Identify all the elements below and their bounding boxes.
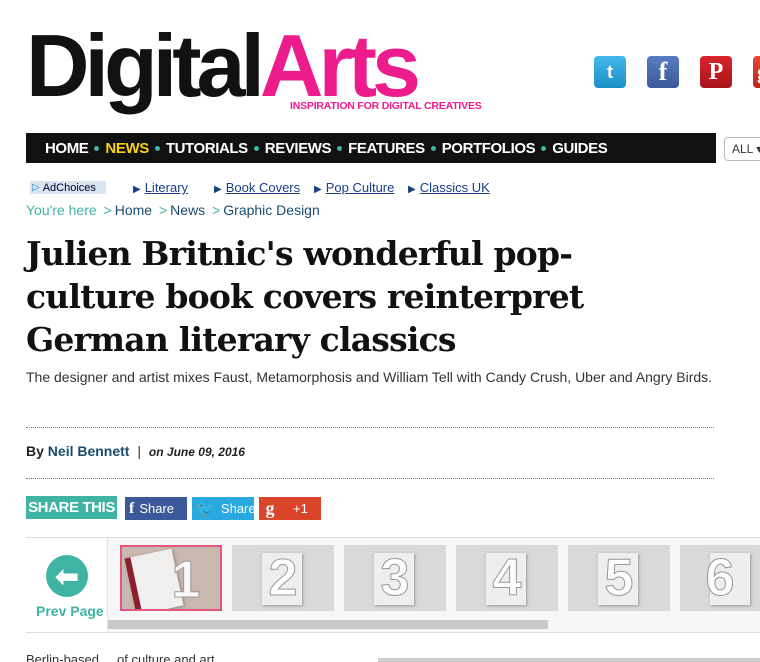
nav-separator xyxy=(253,145,259,151)
breadcrumb-separator: > xyxy=(103,202,112,218)
section-select[interactable]: ALL ▾ xyxy=(724,137,760,161)
pinterest-icon[interactable]: P xyxy=(700,56,732,88)
byline-separator: | xyxy=(137,443,142,459)
ad-link-label: Classics UK xyxy=(419,180,490,195)
triangle-icon: ▶ xyxy=(408,184,416,195)
triangle-icon: ▶ xyxy=(214,184,222,195)
triangle-icon: ▶ xyxy=(133,184,141,195)
gallery-scrollbar[interactable] xyxy=(108,620,548,629)
article-headline: Julien Britnic's wonderful pop-culture b… xyxy=(26,234,584,359)
gallery-thumb[interactable]: 5 xyxy=(568,545,670,611)
ad-link-book-covers[interactable]: ▶ Book Covers xyxy=(214,180,300,195)
thumb-number: 5 xyxy=(604,549,634,608)
share-this-label: SHARE THIS xyxy=(26,496,117,519)
ad-link-classics-uk[interactable]: ▶ Classics UK xyxy=(408,180,490,195)
breadcrumb-separator: > xyxy=(158,202,168,218)
byline-by: By xyxy=(26,443,44,459)
googleplus-icon: g xyxy=(265,498,275,518)
nav-item-features[interactable]: FEATURES xyxy=(348,140,425,157)
twitter-icon: 🐦 xyxy=(196,500,216,518)
breadcrumb: You're here > Home > News > Graphic Design xyxy=(26,202,320,218)
thumb-number: 2 xyxy=(268,549,298,608)
arrow-left-icon[interactable]: ⬅ xyxy=(46,555,88,597)
ad-link-pop-culture[interactable]: ▶ Pop Culture xyxy=(314,180,394,195)
ad-link-label: Literary xyxy=(144,180,189,195)
twitter-icon[interactable]: t xyxy=(594,56,626,88)
article-byline: By Neil Bennett | on June 09, 2016 xyxy=(26,443,245,459)
googleplus-share-label: +1 xyxy=(293,501,308,516)
date-prefix: on xyxy=(148,445,164,459)
breadcrumb-separator: > xyxy=(212,202,221,218)
gallery-thumb[interactable]: 4 xyxy=(456,545,558,611)
adchoices-icon: ▷ xyxy=(32,182,40,193)
nav-item-reviews[interactable]: REVIEWS xyxy=(265,140,332,157)
site-logo[interactable]: DigitalArts INSPIRATION FOR DIGITAL CREA… xyxy=(26,16,482,116)
ad-link-label: Pop Culture xyxy=(325,180,395,195)
adchoices-label: AdChoices xyxy=(42,181,96,194)
nav-item-home[interactable]: HOME xyxy=(45,140,89,157)
breadcrumb-home[interactable]: Home xyxy=(115,202,152,218)
facebook-icon[interactable]: f xyxy=(647,56,679,88)
article-standfirst: The designer and artist mixes Faust, Met… xyxy=(26,369,713,385)
twitter-share-label: Share xyxy=(220,501,256,516)
breadcrumb-graphic-design[interactable]: Graphic Design xyxy=(223,202,320,218)
twitter-share-button[interactable]: 🐦 Share xyxy=(192,497,256,520)
facebook-icon: f xyxy=(129,499,135,517)
breadcrumb-news[interactable]: News xyxy=(170,202,205,218)
logo-tagline: INSPIRATION FOR DIGITAL CREATIVES xyxy=(290,100,482,112)
nav-separator xyxy=(94,145,100,151)
nav-item-guides[interactable]: GUIDES xyxy=(552,140,608,157)
googleplus-icon[interactable]: g xyxy=(753,56,760,88)
nav-separator xyxy=(541,145,547,151)
nav-item-portfolios[interactable]: PORTFOLIOS xyxy=(442,140,536,157)
gallery-thumb[interactable]: 2 xyxy=(232,545,334,611)
ad-link-label: Book Covers xyxy=(225,180,301,195)
divider xyxy=(26,427,714,428)
thumb-number: 6 xyxy=(705,549,735,608)
thumb-number: 3 xyxy=(380,549,410,608)
author-link[interactable]: Neil Bennett xyxy=(48,443,130,459)
ad-banner-edge xyxy=(378,658,760,662)
googleplus-share-button[interactable]: g +1 xyxy=(259,497,321,520)
logo-digital: Digital xyxy=(26,16,265,115)
facebook-share-label: Share xyxy=(139,501,175,516)
byline-date: on June 09, 2016 xyxy=(149,445,245,459)
facebook-share-button[interactable]: f Share xyxy=(125,497,187,520)
nav-item-tutorials[interactable]: TUTORIALS xyxy=(166,140,248,157)
ad-link-literary[interactable]: ▶ Literary xyxy=(133,180,188,195)
thumb-number: 1 xyxy=(171,551,201,610)
triangle-icon: ▶ xyxy=(314,184,322,195)
nav-separator xyxy=(154,145,160,151)
breadcrumb-prefix: You're here xyxy=(26,202,97,218)
divider xyxy=(26,478,714,479)
date-value: June 09, 2016 xyxy=(166,445,245,459)
adchoices-badge[interactable]: ▷ AdChoices xyxy=(30,181,106,194)
gallery-thumb[interactable]: 6 xyxy=(680,545,760,611)
gallery-thumb[interactable]: 3 xyxy=(344,545,446,611)
main-nav: HOME NEWS TUTORIALS REVIEWS FEATURES POR… xyxy=(26,133,716,163)
nav-item-news[interactable]: NEWS xyxy=(105,140,149,157)
gallery-thumb[interactable]: 1 xyxy=(120,545,222,611)
nav-separator xyxy=(337,145,343,151)
thumb-number: 4 xyxy=(492,549,522,608)
prev-page-label[interactable]: Prev Page xyxy=(36,603,104,619)
nav-separator xyxy=(430,145,436,151)
article-body-start: Berlin-based ... of culture and art ... xyxy=(26,652,230,662)
